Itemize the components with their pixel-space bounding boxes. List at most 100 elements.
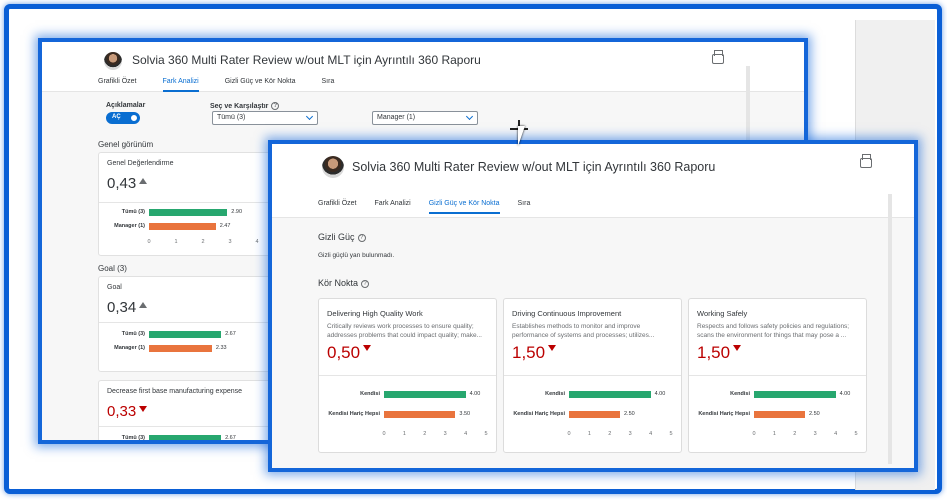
- avatar: [104, 52, 122, 70]
- tick-label: 0: [567, 431, 571, 437]
- card-description: Respects and follows safety policies and…: [697, 323, 850, 339]
- bar-value-label: 2.67: [225, 435, 236, 441]
- x-axis: 0 1 2 3 4: [147, 239, 259, 247]
- card-description: Establishes methods to monitor and impro…: [512, 323, 655, 339]
- help-icon: ?: [357, 233, 366, 242]
- tick-label: 1: [402, 431, 406, 437]
- chevron-down-icon: [465, 112, 474, 121]
- tab-sira[interactable]: Sıra: [322, 78, 335, 85]
- bar-row-kendisi: Kendisi 4.00: [545, 391, 674, 399]
- bar-value-label: 2.67: [225, 331, 236, 337]
- aciklamalar-label: Açıklamalar: [106, 102, 146, 109]
- card-title: Goal: [107, 284, 122, 291]
- card-value: 1,50: [512, 343, 557, 363]
- card-value: 0,33: [107, 403, 148, 420]
- aciklamalar-toggle[interactable]: AÇ: [106, 112, 140, 124]
- tick-label: 4: [255, 239, 259, 245]
- bar-green: [754, 391, 836, 398]
- tab-grafikli-ozet[interactable]: Grafikli Özet: [318, 200, 357, 207]
- bar-value-label: 2.47: [219, 223, 231, 229]
- bar-row-tumu: Tümü (3) 2.67: [122, 331, 249, 339]
- print-icon[interactable]: [712, 50, 724, 64]
- select-value: Manager (1): [377, 114, 416, 121]
- help-icon: ?: [271, 102, 280, 110]
- divider: [689, 375, 866, 376]
- tab-bar: Grafikli Özet Fark Analizi Gizli Güç ve …: [318, 200, 548, 214]
- print-icon[interactable]: [860, 154, 872, 168]
- scrollbar[interactable]: [888, 194, 892, 464]
- card-value: 0,34: [107, 299, 148, 316]
- tick-label: 1: [772, 431, 776, 437]
- card-driving-continuous-improvement[interactable]: Driving Continuous Improvement Establish…: [503, 298, 682, 453]
- page-title: Solvia 360 Multi Rater Review w/out MLT …: [352, 160, 716, 174]
- tab-gizli-guc-kor-nokta[interactable]: Gizli Güç ve Kör Nokta: [225, 78, 296, 85]
- x-axis: 0 1 2 3 4 5: [382, 431, 488, 439]
- bar-label: Kendisi Hariç Hepsi: [328, 411, 380, 417]
- report-header: Solvia 360 Multi Rater Review w/out MLT …: [272, 144, 914, 218]
- tick-label: 5: [484, 431, 488, 437]
- card-working-safely[interactable]: Working Safely Respects and follows safe…: [688, 298, 867, 453]
- tick-label: 0: [382, 431, 386, 437]
- bar-orange: [569, 411, 620, 418]
- tab-bar: Grafikli Özet Fark Analizi Gizli Güç ve …: [98, 78, 360, 92]
- tick-label: 2: [201, 239, 205, 245]
- bar-label: Tümü (3): [121, 331, 145, 337]
- divider: [504, 375, 681, 376]
- tick-label: 5: [854, 431, 858, 437]
- bar-label: Kendisi Hariç Hepsi: [698, 411, 750, 417]
- bar-value-label: 4.00: [839, 391, 851, 397]
- bar-value-label: 2.90: [231, 209, 243, 215]
- tab-fark-analizi[interactable]: Fark Analizi: [375, 200, 411, 207]
- bar-row-kendisi-haric: Kendisi Hariç Hepsi 3.50: [328, 411, 489, 419]
- bar-label: Manager (1): [114, 345, 145, 351]
- tick-label: 1: [174, 239, 178, 245]
- card-delivering-high-quality-work[interactable]: Delivering High Quality Work Critically …: [318, 298, 497, 453]
- pointer-cursor-icon: [518, 126, 532, 146]
- section-heading-genel: Genel görünüm: [98, 140, 154, 149]
- tick-label: 5: [669, 431, 673, 437]
- tick-label: 0: [147, 239, 151, 245]
- tab-gizli-guc-kor-nokta[interactable]: Gizli Güç ve Kör Nokta: [428, 200, 500, 214]
- report-window-gizli-guc[interactable]: Solvia 360 Multi Rater Review w/out MLT …: [268, 140, 918, 472]
- bar-orange: [754, 411, 805, 418]
- bar-row-manager: Manager (1) 2.33: [114, 345, 249, 353]
- bar-label: Kendisi Hariç Hepsi: [513, 411, 565, 417]
- trend-down-icon: [733, 344, 742, 351]
- bar-value-label: 3.50: [459, 411, 471, 417]
- tick-label: 3: [443, 431, 447, 437]
- select-comparison-2[interactable]: Manager (1): [372, 111, 478, 125]
- trend-up-icon: [139, 178, 148, 185]
- divider: [319, 375, 496, 376]
- card-value: 0,50: [327, 343, 372, 363]
- bar-value-label: 2.50: [624, 411, 635, 417]
- chevron-down-icon: [305, 112, 314, 121]
- bar-label: Kendisi: [730, 391, 750, 397]
- bar-green: [384, 391, 466, 398]
- card-title: Genel Değerlendirme: [107, 160, 174, 167]
- report-header: Solvia 360 Multi Rater Review w/out MLT …: [42, 42, 804, 92]
- bar-green: [569, 391, 651, 398]
- page-title: Solvia 360 Multi Rater Review w/out MLT …: [132, 53, 481, 67]
- bar-row-kendisi-haric: Kendisi Hariç Hepsi 2.50: [513, 411, 674, 419]
- x-axis: 0 1 2 3 4 5: [567, 431, 673, 439]
- bar-green: [149, 435, 222, 440]
- bar-green: [149, 331, 222, 338]
- trend-up-icon: [139, 302, 148, 309]
- bar-row-kendisi: Kendisi 4.00: [360, 391, 489, 399]
- bar-value-label: 2.33: [215, 345, 227, 351]
- bar-label: Kendisi: [545, 391, 565, 397]
- kor-nokta-heading: Kör Nokta?: [318, 278, 370, 288]
- tab-sira[interactable]: Sıra: [518, 200, 531, 207]
- card-title: Decrease first base manufacturing expens…: [107, 388, 243, 395]
- bar-value-label: 2.50: [809, 411, 820, 417]
- x-axis: 0 1 2 3 4 5: [752, 431, 858, 439]
- select-comparison-1[interactable]: Tümü (3): [212, 111, 318, 125]
- bar-row-tumu: Tümü (3) 2.67: [122, 435, 249, 441]
- tab-grafikli-ozet[interactable]: Grafikli Özet: [98, 78, 137, 85]
- tick-label: 4: [649, 431, 653, 437]
- gizli-guc-empty-text: Gizli güçlü yan bulunmadı.: [318, 252, 395, 259]
- tick-label: 3: [628, 431, 632, 437]
- tab-fark-analizi[interactable]: Fark Analizi: [162, 78, 199, 92]
- bar-orange: [149, 345, 212, 352]
- toggle-knob: [130, 114, 138, 122]
